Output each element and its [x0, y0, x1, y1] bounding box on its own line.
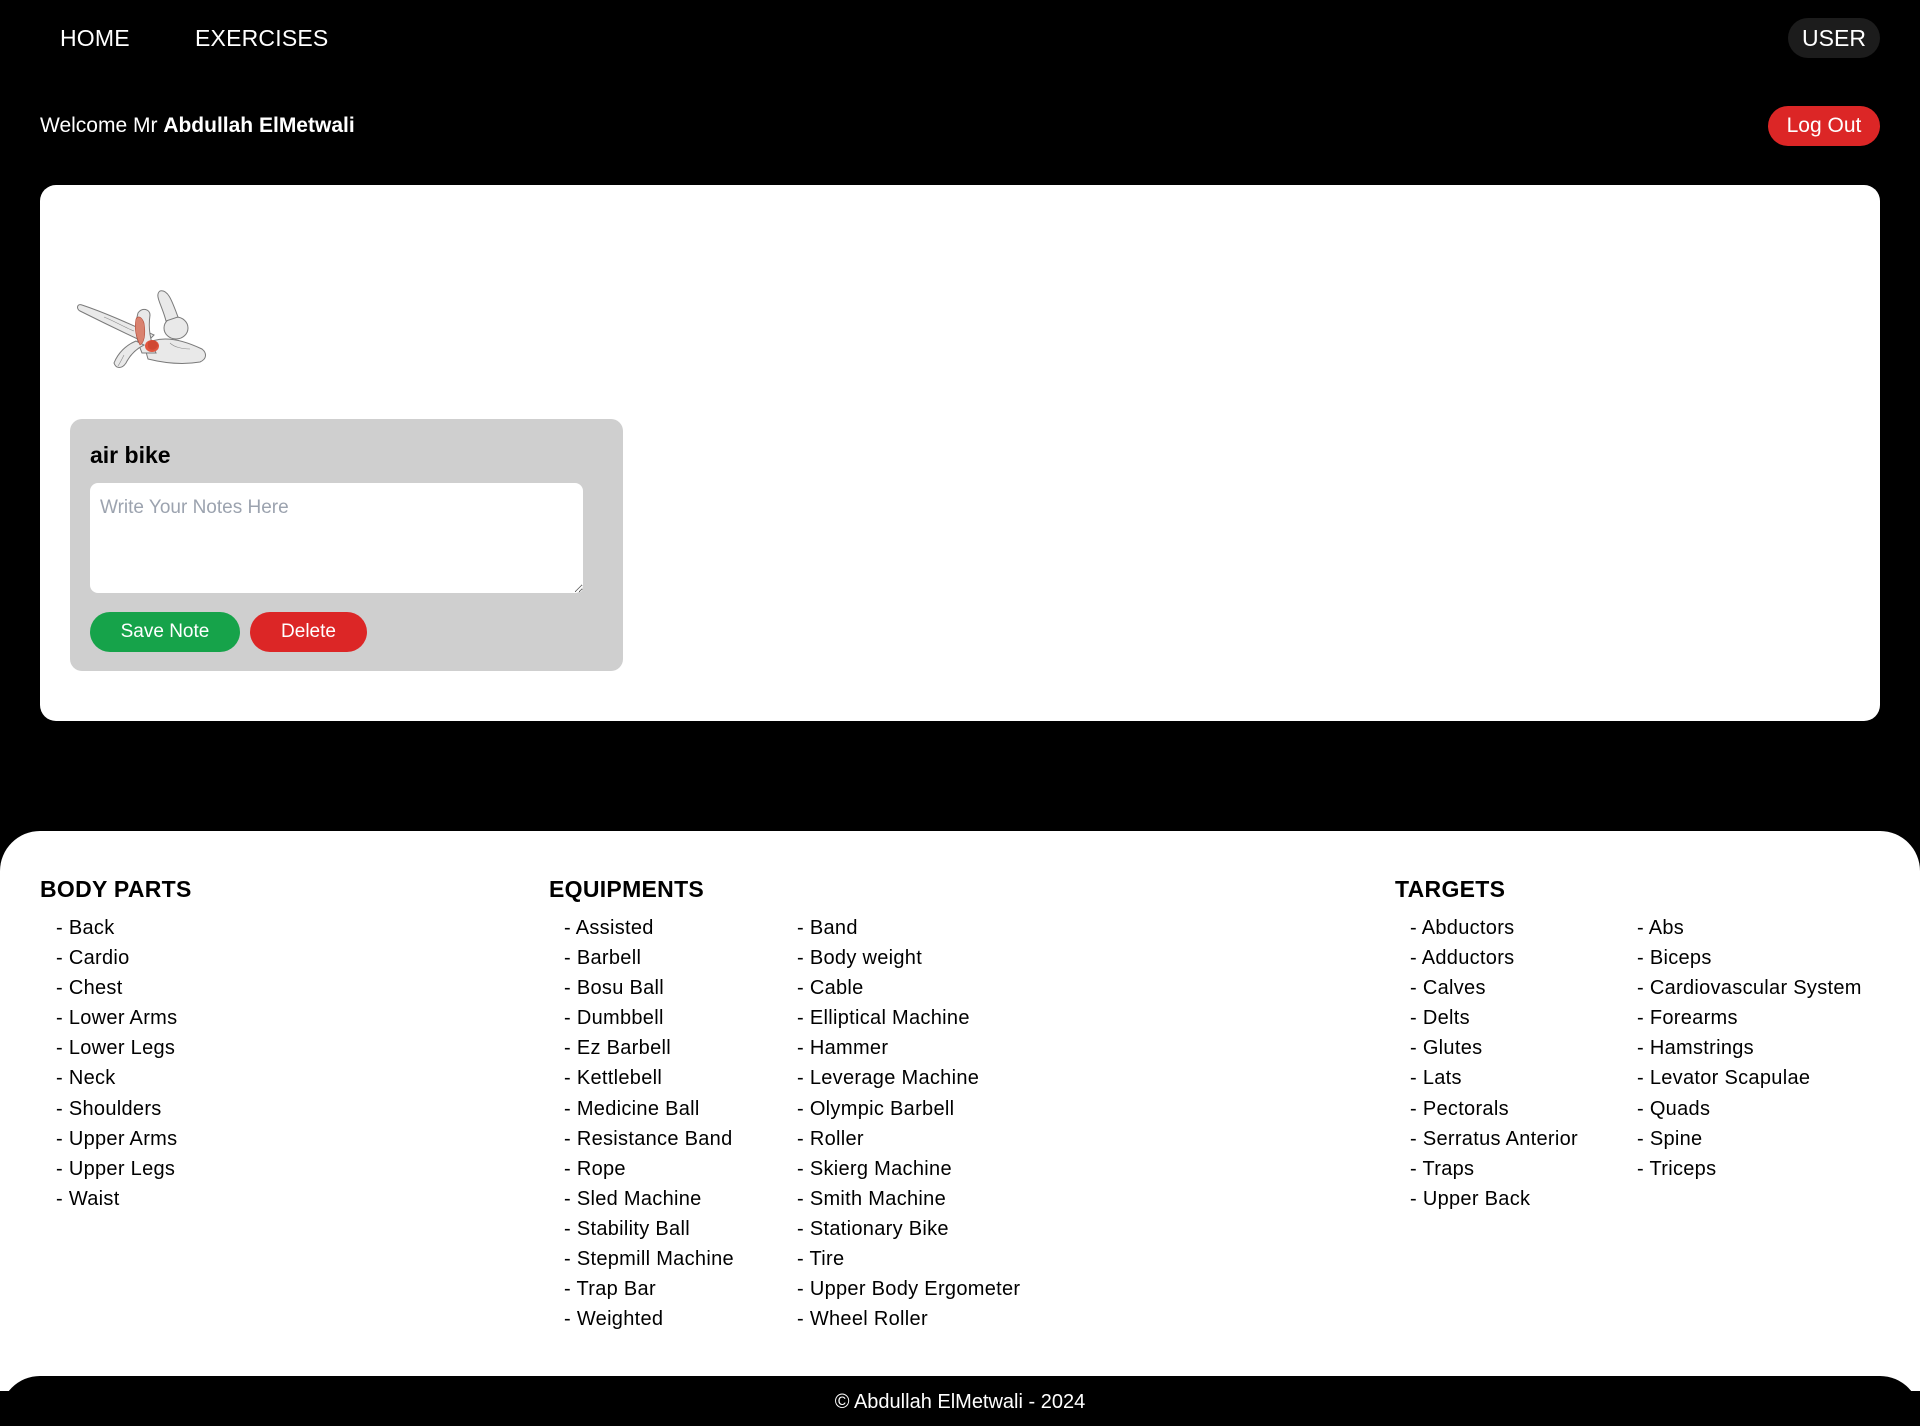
exercise-name: air bike [90, 442, 171, 468]
equipment-link[interactable]: Wheel Roller [797, 1304, 1020, 1334]
equipment-link[interactable]: Upper Body Ergometer [797, 1274, 1020, 1304]
equipment-link[interactable]: Roller [797, 1124, 1020, 1154]
equipment-link[interactable]: Cable [797, 973, 1020, 1003]
target-link[interactable]: Hamstrings [1637, 1033, 1862, 1063]
user-button[interactable]: USER [1788, 18, 1880, 58]
body-part-link[interactable]: Waist [56, 1184, 177, 1214]
equipment-link[interactable]: Bosu Ball [564, 973, 734, 1003]
welcome-message: Welcome Mr Abdullah ElMetwali [40, 112, 355, 140]
body-part-link[interactable]: Back [56, 913, 177, 943]
equipment-link[interactable]: Smith Machine [797, 1184, 1020, 1214]
body-part-link[interactable]: Cardio [56, 943, 177, 973]
target-link[interactable]: Forearms [1637, 1003, 1862, 1033]
body-part-link[interactable]: Shoulders [56, 1094, 177, 1124]
body-parts-title: BODY PARTS [40, 876, 192, 902]
equipment-link[interactable]: Olympic Barbell [797, 1094, 1020, 1124]
save-note-button[interactable]: Save Note [90, 612, 240, 652]
equipment-link[interactable]: Dumbbell [564, 1003, 734, 1033]
equipments-title: EQUIPMENTS [549, 876, 705, 902]
equipment-link[interactable]: Medicine Ball [564, 1094, 734, 1124]
body-part-link[interactable]: Upper Legs [56, 1154, 177, 1184]
equipment-link[interactable]: Trap Bar [564, 1274, 734, 1304]
equipment-link[interactable]: Barbell [564, 943, 734, 973]
copyright-bar: © Abdullah ElMetwali - 2024 [0, 1376, 1920, 1426]
equipment-link[interactable]: Elliptical Machine [797, 1003, 1020, 1033]
target-link[interactable]: Quads [1637, 1094, 1862, 1124]
top-nav: HOME EXERCISES USER [0, 0, 1920, 76]
equipment-link[interactable]: Leverage Machine [797, 1063, 1020, 1093]
equipment-link[interactable]: Sled Machine [564, 1184, 734, 1214]
target-link[interactable]: Triceps [1637, 1154, 1862, 1184]
footer-links: BODY PARTS BackCardioChestLower ArmsLowe… [0, 831, 1920, 1391]
targets-list-col1: AbductorsAdductorsCalvesDeltsGlutesLatsP… [1410, 913, 1578, 1214]
equipment-link[interactable]: Body weight [797, 943, 1020, 973]
body-part-link[interactable]: Chest [56, 973, 177, 1003]
user-name: Abdullah ElMetwali [163, 114, 355, 137]
equipment-link[interactable]: Ez Barbell [564, 1033, 734, 1063]
target-link[interactable]: Adductors [1410, 943, 1578, 973]
exercise-card: air bike Save Note Delete [40, 185, 1880, 721]
welcome-prefix: Welcome Mr [40, 114, 158, 137]
note-card: air bike Save Note Delete [70, 419, 623, 671]
equipment-link[interactable]: Weighted [564, 1304, 734, 1334]
equipments-list-col2: BandBody weightCableElliptical MachineHa… [797, 913, 1020, 1334]
target-link[interactable]: Spine [1637, 1124, 1862, 1154]
body-part-link[interactable]: Lower Legs [56, 1033, 177, 1063]
targets-title: TARGETS [1395, 876, 1506, 902]
target-link[interactable]: Abductors [1410, 913, 1578, 943]
equipment-link[interactable]: Stationary Bike [797, 1214, 1020, 1244]
nav-home-link[interactable]: HOME [60, 24, 130, 52]
copyright-text: © Abdullah ElMetwali - 2024 [834, 1391, 1086, 1413]
equipment-link[interactable]: Tire [797, 1244, 1020, 1274]
target-link[interactable]: Levator Scapulae [1637, 1063, 1862, 1093]
target-link[interactable]: Calves [1410, 973, 1578, 1003]
equipments-list-col1: AssistedBarbellBosu BallDumbbellEz Barbe… [564, 913, 734, 1334]
target-link[interactable]: Upper Back [1410, 1184, 1578, 1214]
target-link[interactable]: Serratus Anterior [1410, 1124, 1578, 1154]
equipment-link[interactable]: Stability Ball [564, 1214, 734, 1244]
equipment-link[interactable]: Skierg Machine [797, 1154, 1020, 1184]
nav-exercises-link[interactable]: EXERCISES [195, 24, 328, 52]
equipment-link[interactable]: Resistance Band [564, 1124, 734, 1154]
target-link[interactable]: Biceps [1637, 943, 1862, 973]
body-part-link[interactable]: Neck [56, 1063, 177, 1093]
equipment-link[interactable]: Rope [564, 1154, 734, 1184]
delete-button[interactable]: Delete [250, 612, 367, 652]
notes-textarea[interactable] [90, 483, 583, 593]
body-part-link[interactable]: Lower Arms [56, 1003, 177, 1033]
exercise-illustration [77, 290, 206, 368]
equipment-link[interactable]: Hammer [797, 1033, 1020, 1063]
target-link[interactable]: Glutes [1410, 1033, 1578, 1063]
body-parts-list: BackCardioChestLower ArmsLower LegsNeckS… [56, 913, 177, 1214]
target-link[interactable]: Cardiovascular System [1637, 973, 1862, 1003]
target-link[interactable]: Delts [1410, 1003, 1578, 1033]
target-link[interactable]: Pectorals [1410, 1094, 1578, 1124]
target-link[interactable]: Traps [1410, 1154, 1578, 1184]
equipment-link[interactable]: Assisted [564, 913, 734, 943]
equipment-link[interactable]: Band [797, 913, 1020, 943]
target-link[interactable]: Abs [1637, 913, 1862, 943]
targets-list-col2: AbsBicepsCardiovascular SystemForearmsHa… [1637, 913, 1862, 1184]
equipment-link[interactable]: Stepmill Machine [564, 1244, 734, 1274]
equipment-link[interactable]: Kettlebell [564, 1063, 734, 1093]
logout-button[interactable]: Log Out [1768, 106, 1880, 146]
body-part-link[interactable]: Upper Arms [56, 1124, 177, 1154]
target-link[interactable]: Lats [1410, 1063, 1578, 1093]
